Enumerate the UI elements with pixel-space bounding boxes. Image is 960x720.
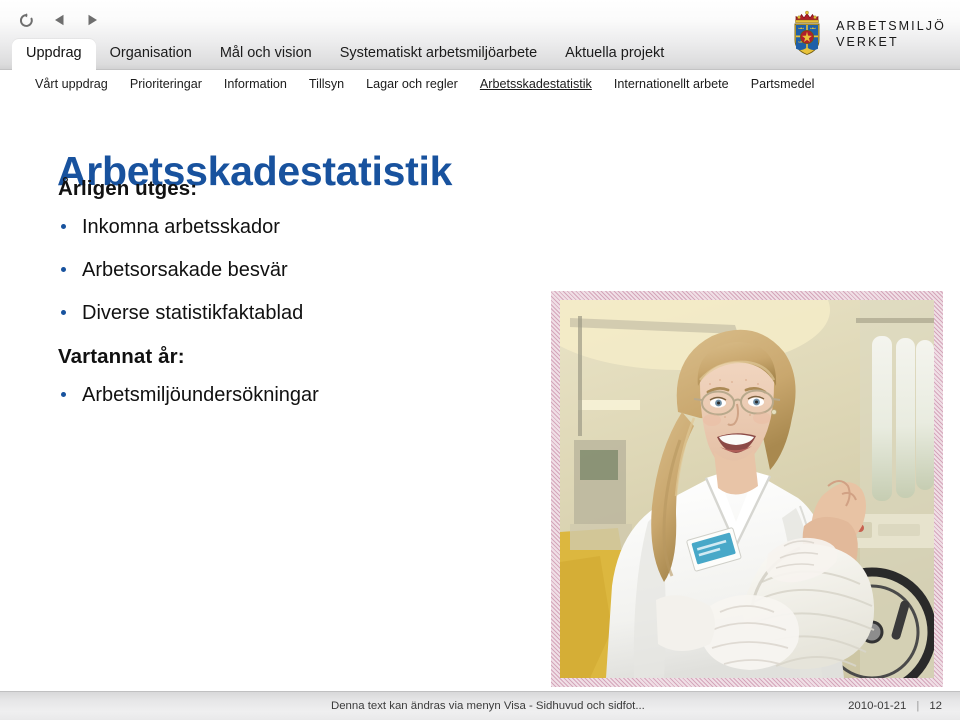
refresh-icon[interactable] xyxy=(16,10,36,30)
previous-icon[interactable] xyxy=(49,10,69,30)
tab-label: Mål och vision xyxy=(219,45,312,61)
subnav-label: Vårt uppdrag xyxy=(35,77,108,91)
subnav-label: Partsmedel xyxy=(750,77,815,91)
next-icon[interactable] xyxy=(82,10,102,30)
slide-photo-frame xyxy=(551,291,943,687)
subnav-item-partsmedel[interactable]: Partsmedel xyxy=(740,77,826,92)
subnav-label: Lagar och regler xyxy=(366,77,458,91)
subnav-label: Internationellt arbete xyxy=(613,77,729,91)
subnav-item-prioriteringar[interactable]: Prioriteringar xyxy=(119,77,213,92)
subnav-item-arbetsskadestatistik[interactable]: Arbetsskadestatistik xyxy=(469,77,603,92)
secondary-nav-bar: Vårt uppdrag Prioriteringar Information … xyxy=(0,71,960,98)
tab-label: Systematiskt arbetsmiljöarbete xyxy=(339,45,538,61)
bullet-dot-icon xyxy=(61,267,66,272)
list-item: Diverse statistikfaktablad xyxy=(58,300,488,326)
logo-wordmark: ARBETSMILJÖ VERKET xyxy=(836,18,946,51)
bullet-dot-icon xyxy=(61,392,66,397)
logo-line-2: VERKET xyxy=(836,35,899,49)
section-two-heading: Vartannat år: xyxy=(58,345,185,368)
list-item-label: Inkomna arbetsskador xyxy=(82,216,280,238)
tab-systematiskt-arbetsmiljoarbete[interactable]: Systematiskt arbetsmiljöarbete xyxy=(326,39,551,70)
subnav-label: Tillsyn xyxy=(308,77,345,91)
list-item-label: Diverse statistikfaktablad xyxy=(82,302,304,324)
tab-uppdrag[interactable]: Uppdrag xyxy=(12,39,96,70)
list-item-label: Arbetsorsakade besvär xyxy=(82,259,288,281)
logo-line-1: ARBETSMILJÖ xyxy=(836,18,946,33)
section-one-heading: Årligen utges: xyxy=(58,177,198,200)
subnav-label: Prioriteringar xyxy=(129,77,202,91)
tab-mal-och-vision[interactable]: Mål och vision xyxy=(206,39,326,70)
tab-label: Organisation xyxy=(109,45,192,61)
subnav-item-information[interactable]: Information xyxy=(213,77,298,92)
footer-meta: 2010-01-21 | 12 xyxy=(848,700,942,712)
arbetsmiljoverket-logo: ARBETSMILJÖ VERKET xyxy=(787,9,946,59)
primary-tab-bar: Uppdrag Organisation Mål och vision Syst… xyxy=(0,38,678,70)
tab-label: Aktuella projekt xyxy=(565,45,665,61)
subnav-item-vart-uppdrag[interactable]: Vårt uppdrag xyxy=(24,77,119,92)
tab-aktuella-projekt[interactable]: Aktuella projekt xyxy=(551,39,678,70)
list-item: Arbetsmiljöundersökningar xyxy=(58,382,488,408)
subnav-item-lagar-och-regler[interactable]: Lagar och regler xyxy=(355,77,469,92)
subnav-label: Arbetsskadestatistik xyxy=(479,77,592,91)
swedish-coat-of-arms-icon xyxy=(787,8,827,61)
section-one-bullet-list: Inkomna arbetsskador Arbetsorsakade besv… xyxy=(58,214,488,326)
subnav-item-internationellt-arbete[interactable]: Internationellt arbete xyxy=(603,77,740,92)
subnav-label: Information xyxy=(223,77,287,91)
navigation-toolbar xyxy=(16,9,102,31)
footer-date: 2010-01-21 xyxy=(848,700,907,712)
presentation-page: Uppdrag Organisation Mål och vision Syst… xyxy=(0,0,960,720)
tab-organisation[interactable]: Organisation xyxy=(96,39,206,70)
header-bar: Uppdrag Organisation Mål och vision Syst… xyxy=(0,0,960,70)
list-item: Arbetsorsakade besvär xyxy=(58,257,488,300)
footer-bar: Denna text kan ändras via menyn Visa - S… xyxy=(0,691,960,720)
footer-note: Denna text kan ändras via menyn Visa - S… xyxy=(331,700,645,712)
list-item-label: Arbetsmiljöundersökningar xyxy=(82,384,319,406)
bullet-dot-icon xyxy=(61,224,66,229)
footer-page-number: 12 xyxy=(929,700,942,712)
slide-content: Arbetsskadestatistik Årligen utges: Inko… xyxy=(0,98,960,690)
section-two-bullet-list: Arbetsmiljöundersökningar xyxy=(58,382,488,408)
slide-photo xyxy=(560,300,934,678)
bullet-dot-icon xyxy=(61,310,66,315)
tab-label: Uppdrag xyxy=(26,45,82,61)
slide-text-block: Årligen utges: Inkomna arbetsskador Arbe… xyxy=(58,176,488,408)
footer-separator: | xyxy=(916,700,920,712)
subnav-item-tillsyn[interactable]: Tillsyn xyxy=(298,77,355,92)
list-item: Inkomna arbetsskador xyxy=(58,214,488,257)
